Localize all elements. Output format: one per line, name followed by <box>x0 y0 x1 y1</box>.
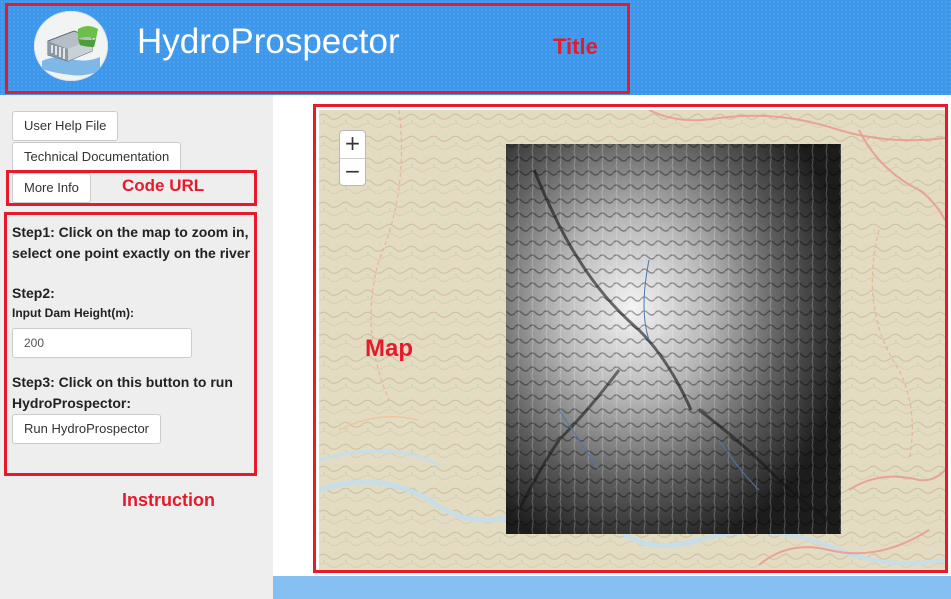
title-annotation-label: Title <box>553 34 598 59</box>
footer-bar <box>273 576 951 599</box>
instruction-annotation-label: Instruction <box>122 490 215 510</box>
user-help-file-button[interactable]: User Help File <box>12 111 119 141</box>
code-url-annotation-label: Code URL <box>122 176 205 195</box>
map-annotation-label: Map <box>365 335 413 362</box>
technical-documentation-button[interactable]: Technical Documentation <box>12 142 182 172</box>
title-annotation-box <box>5 3 630 94</box>
instruction-annotation-box <box>4 212 257 476</box>
